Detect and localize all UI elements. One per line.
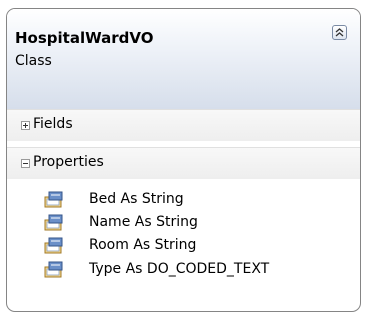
collapse-minus-icon[interactable] [21, 159, 30, 168]
property-label: Name As String [89, 214, 198, 230]
property-icon [44, 191, 63, 208]
property-icon [44, 214, 63, 231]
fields-section-header[interactable]: Fields [7, 109, 360, 141]
properties-section-header[interactable]: Properties [7, 147, 360, 179]
property-icon [44, 261, 63, 278]
fields-label: Fields [33, 116, 73, 132]
class-shape[interactable]: HospitalWardVO Class Fields Properties B… [6, 8, 361, 312]
class-kind: Class [15, 53, 52, 69]
property-label: Type As DO_CODED_TEXT [89, 261, 270, 277]
property-icon [44, 237, 63, 254]
collapse-chevron-icon[interactable] [332, 25, 347, 40]
property-label: Bed As String [89, 191, 184, 207]
property-label: Room As String [89, 237, 197, 253]
class-name: HospitalWardVO [15, 29, 154, 47]
properties-label: Properties [33, 154, 104, 170]
expand-plus-icon[interactable] [21, 121, 30, 130]
class-header: HospitalWardVO Class [7, 9, 360, 109]
